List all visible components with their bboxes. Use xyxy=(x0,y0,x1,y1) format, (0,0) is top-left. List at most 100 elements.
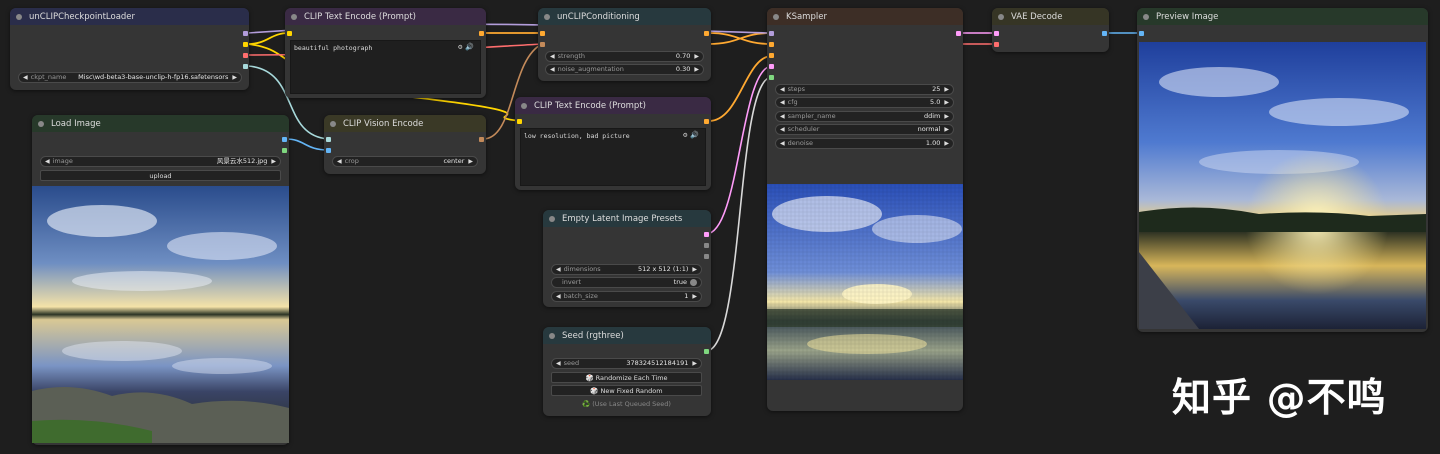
right-arrow-icon[interactable]: ▶ xyxy=(944,125,949,134)
right-arrow-icon[interactable]: ▶ xyxy=(944,85,949,94)
batch-size-widget[interactable]: ◀ batch_size 1 ▶ xyxy=(551,291,702,302)
left-arrow-icon[interactable]: ◀ xyxy=(550,65,555,74)
left-arrow-icon[interactable]: ◀ xyxy=(556,359,561,368)
node-title: unCLIPCheckpointLoader xyxy=(29,11,136,22)
node-canvas[interactable]: unCLIPCheckpointLoader ◀ ckpt_name Misc\… xyxy=(0,0,1440,454)
right-arrow-icon[interactable]: ▶ xyxy=(694,65,699,74)
vae-input-port[interactable] xyxy=(994,42,999,47)
settings-icon[interactable]: ⚙ xyxy=(683,131,687,139)
prompt-textarea[interactable]: beautiful photograph ⚙ 🔊 xyxy=(290,40,481,94)
right-arrow-icon[interactable]: ▶ xyxy=(944,112,949,121)
vae-output-port[interactable] xyxy=(243,53,248,58)
latent-output-port[interactable] xyxy=(704,232,709,237)
seed-input-port[interactable] xyxy=(769,75,774,80)
clip-vision-output-port[interactable] xyxy=(479,137,484,142)
strength-slider[interactable]: ◀ strength 0.70 ▶ xyxy=(545,51,704,62)
use-last-queued-seed-button[interactable]: ♻️ (Use Last Queued Seed) xyxy=(551,400,702,408)
model-output-port[interactable] xyxy=(243,31,248,36)
right-arrow-icon[interactable]: ▶ xyxy=(468,157,473,166)
clip-input-port[interactable] xyxy=(287,31,292,36)
ksampler-node[interactable]: KSampler ◀ steps 25 ▶ ◀ cfg 5.0 ▶ ◀ sampler_nam… xyxy=(767,8,963,411)
node-dot-icon xyxy=(998,13,1004,20)
dimensions-combo[interactable]: ◀ dimensions 512 x 512 (1:1) ▶ xyxy=(551,264,702,275)
node-title: Load Image xyxy=(51,118,101,129)
noise-augmentation-slider[interactable]: ◀ noise_augmentation 0.30 ▶ xyxy=(545,64,704,75)
image-input-port[interactable] xyxy=(326,148,331,153)
left-arrow-icon[interactable]: ◀ xyxy=(556,265,561,274)
conditioning-output-port[interactable] xyxy=(704,119,709,124)
left-arrow-icon[interactable]: ◀ xyxy=(780,125,785,134)
left-arrow-icon[interactable]: ◀ xyxy=(780,98,785,107)
upload-button[interactable]: upload xyxy=(40,170,281,181)
clip-vision-output-port[interactable] xyxy=(243,64,248,69)
image-output-port[interactable] xyxy=(1102,31,1107,36)
conditioning-output-port[interactable] xyxy=(704,31,709,36)
seed-output-port[interactable] xyxy=(704,349,709,354)
image-output-port[interactable] xyxy=(282,137,287,142)
left-arrow-icon[interactable]: ◀ xyxy=(556,292,561,301)
images-input-port[interactable] xyxy=(1139,31,1144,36)
speaker-icon[interactable]: 🔊 xyxy=(465,43,474,51)
seed-rgthree-node[interactable]: Seed (rgthree) ◀ seed 378324512184191 ▶ 🎲 R… xyxy=(543,327,711,416)
left-arrow-icon[interactable]: ◀ xyxy=(780,85,785,94)
right-arrow-icon[interactable]: ▶ xyxy=(271,157,276,166)
node-dot-icon xyxy=(330,120,336,127)
model-input-port[interactable] xyxy=(769,31,774,36)
node-dot-icon xyxy=(549,215,555,222)
new-fixed-random-button[interactable]: 🎲 New Fixed Random xyxy=(551,385,702,396)
right-arrow-icon[interactable]: ▶ xyxy=(944,98,949,107)
clip-vision-input-port[interactable] xyxy=(326,137,331,142)
conditioning-output-port[interactable] xyxy=(479,31,484,36)
clip-text-encode-negative-node[interactable]: CLIP Text Encode (Prompt) low resolution… xyxy=(515,97,711,190)
speaker-icon[interactable]: 🔊 xyxy=(690,131,699,139)
load-image-node[interactable]: Load Image ◀ image 风景云水512.jpg ▶ upload xyxy=(32,115,289,445)
scheduler-combo[interactable]: ◀ scheduler normal ▶ xyxy=(775,124,954,135)
mask-output-port[interactable] xyxy=(282,148,287,153)
clip-text-encode-positive-node[interactable]: CLIP Text Encode (Prompt) beautiful phot… xyxy=(285,8,486,98)
right-arrow-icon[interactable]: ▶ xyxy=(694,52,699,61)
positive-input-port[interactable] xyxy=(769,42,774,47)
preview-image-node[interactable]: Preview Image xyxy=(1137,8,1428,332)
crop-combo[interactable]: ◀ crop center ▶ xyxy=(332,156,478,167)
samples-input-port[interactable] xyxy=(994,31,999,36)
right-arrow-icon[interactable]: ▶ xyxy=(232,73,237,82)
denoise-widget[interactable]: ◀ denoise 1.00 ▶ xyxy=(775,138,954,149)
conditioning-input-port[interactable] xyxy=(540,31,545,36)
steps-widget[interactable]: ◀ steps 25 ▶ xyxy=(775,84,954,95)
clip-input-port[interactable] xyxy=(517,119,522,124)
toggle-knob-icon[interactable] xyxy=(690,279,697,286)
prompt-textarea[interactable]: low resolution, bad picture ⚙ 🔊 xyxy=(520,128,706,186)
left-arrow-icon[interactable]: ◀ xyxy=(337,157,342,166)
vae-decode-node[interactable]: VAE Decode xyxy=(992,8,1109,52)
left-arrow-icon[interactable]: ◀ xyxy=(23,73,28,82)
right-arrow-icon[interactable]: ▶ xyxy=(944,139,949,148)
left-arrow-icon[interactable]: ◀ xyxy=(550,52,555,61)
clip-vision-encode-node[interactable]: CLIP Vision Encode ◀ crop center ▶ xyxy=(324,115,486,174)
settings-icon[interactable]: ⚙ xyxy=(458,43,462,51)
seed-widget[interactable]: ◀ seed 378324512184191 ▶ xyxy=(551,358,702,369)
node-title: CLIP Text Encode (Prompt) xyxy=(534,100,646,111)
ckpt-name-combo[interactable]: ◀ ckpt_name Misc\wd-beta3-base-unclip-h-… xyxy=(18,72,242,83)
ckpt-loader-node[interactable]: unCLIPCheckpointLoader ◀ ckpt_name Misc\… xyxy=(10,8,249,90)
left-arrow-icon[interactable]: ◀ xyxy=(780,112,785,121)
empty-latent-presets-node[interactable]: Empty Latent Image Presets ◀ dimensions 51… xyxy=(543,210,711,307)
clip-vision-output-input-port[interactable] xyxy=(540,42,545,47)
right-arrow-icon[interactable]: ▶ xyxy=(692,359,697,368)
latent-input-port[interactable] xyxy=(769,64,774,69)
node-dot-icon xyxy=(1143,13,1149,20)
right-arrow-icon[interactable]: ▶ xyxy=(692,265,697,274)
negative-input-port[interactable] xyxy=(769,53,774,58)
height-output-port[interactable] xyxy=(704,254,709,259)
cfg-widget[interactable]: ◀ cfg 5.0 ▶ xyxy=(775,97,954,108)
clip-output-port[interactable] xyxy=(243,42,248,47)
left-arrow-icon[interactable]: ◀ xyxy=(780,139,785,148)
right-arrow-icon[interactable]: ▶ xyxy=(692,292,697,301)
image-file-combo[interactable]: ◀ image 风景云水512.jpg ▶ xyxy=(40,156,281,167)
randomize-each-time-button[interactable]: 🎲 Randomize Each Time xyxy=(551,372,702,383)
sampler-name-combo[interactable]: ◀ sampler_name ddim ▶ xyxy=(775,111,954,122)
invert-toggle[interactable]: invert true xyxy=(551,277,702,288)
left-arrow-icon[interactable]: ◀ xyxy=(45,157,50,166)
unclip-conditioning-node[interactable]: unCLIPConditioning ◀ strength 0.70 ▶ ◀ n… xyxy=(538,8,711,81)
width-output-port[interactable] xyxy=(704,243,709,248)
latent-output-port[interactable] xyxy=(956,31,961,36)
